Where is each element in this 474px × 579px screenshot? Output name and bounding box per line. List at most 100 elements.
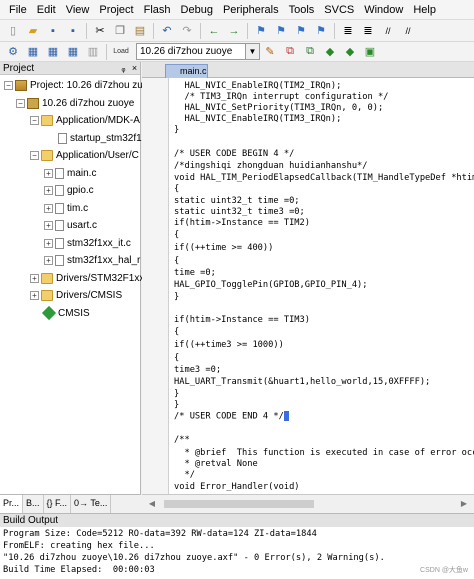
stop-build-icon[interactable]: ▥ [84, 43, 102, 61]
collapse-icon[interactable]: − [30, 116, 39, 125]
menu-bar: File Edit View Project Flash Debug Peripherals… [0, 0, 474, 20]
save-all-icon[interactable]: ▪ [64, 22, 82, 40]
toolbar-separator [86, 22, 87, 39]
target-icon [27, 97, 39, 109]
tree-item[interactable]: − Project: 10.26 di7zhou zuoye [4, 78, 159, 93]
back-icon[interactable]: ← [205, 22, 223, 40]
select-packs-icon[interactable]: ◆ [341, 43, 359, 61]
menu-debug[interactable]: Debug [176, 0, 218, 20]
menu-peripherals[interactable]: Peripherals [218, 0, 284, 20]
tree-item-label: Drivers/STM32F1xx_ [56, 272, 150, 284]
tree-item[interactable]: + Drivers/CMSIS [30, 288, 122, 303]
tree-item[interactable]: − 10.26 di7zhou zuoye [16, 96, 134, 111]
pin-icon[interactable]: ᵩ [118, 62, 129, 74]
clear-bookmarks-icon[interactable]: ⚑ [312, 22, 330, 40]
expand-icon[interactable]: + [44, 203, 53, 213]
bookmark-icon[interactable]: ⚑ [252, 22, 270, 40]
menu-svcs[interactable]: SVCS [319, 0, 359, 20]
manage-environment-icon[interactable]: ⧉ [301, 43, 319, 61]
close-icon[interactable]: × [129, 62, 140, 74]
scroll-left-icon[interactable]: ◀ [146, 498, 158, 510]
comment-icon[interactable]: // [379, 22, 397, 40]
expand-icon[interactable]: + [44, 256, 53, 265]
redo-icon[interactable]: ↷ [178, 22, 196, 40]
uncomment-icon[interactable]: // [399, 22, 417, 40]
new-file-icon[interactable]: ▯ [4, 22, 22, 40]
expand-icon[interactable]: + [30, 273, 39, 283]
menu-project[interactable]: Project [94, 0, 138, 20]
menu-file[interactable]: File [4, 0, 32, 20]
project-tab[interactable]: 0→ Te... [71, 495, 112, 513]
project-tab[interactable]: B... [23, 495, 44, 513]
rebuild-icon[interactable]: ▦ [44, 43, 62, 61]
project-tab[interactable]: {} F... [44, 495, 72, 513]
code-editor[interactable]: main.c HAL_NVIC_EnableIRQ(TIM2_IRQn); /*… [142, 62, 474, 494]
paste-icon[interactable]: ▤ [131, 22, 149, 40]
pack-installer-icon[interactable]: ◆ [321, 43, 339, 61]
code-line: HAL_UART_Transmit(&huart1,hello_world,15… [174, 377, 431, 387]
code-line: /* USER CODE BEGIN 4 */ [174, 149, 295, 159]
code-area[interactable]: HAL_NVIC_EnableIRQ(TIM2_IRQn); /* TIM3_I… [170, 78, 474, 494]
tree-item[interactable]: + usart.c [44, 218, 97, 233]
horizontal-scrollbar[interactable]: ◀ ▶ [142, 494, 474, 513]
tree-item[interactable]: + stm32f1xx_hal_r [44, 253, 140, 268]
collapse-icon[interactable]: − [4, 81, 13, 90]
menu-help[interactable]: Help [408, 0, 441, 20]
menu-flash[interactable]: Flash [139, 0, 176, 20]
open-file-icon[interactable]: ▰ [24, 22, 42, 40]
forward-icon[interactable]: → [225, 22, 243, 40]
code-line: HAL_NVIC_EnableIRQ(TIM2_IRQn); [174, 81, 342, 91]
tree-item[interactable]: startup_stm32f1 [58, 131, 142, 146]
save-icon[interactable]: ▪ [44, 22, 62, 40]
tree-item[interactable]: + gpio.c [44, 183, 94, 198]
tree-item-label: stm32f1xx_hal_r [67, 255, 141, 266]
target-options-icon[interactable]: ✎ [261, 43, 279, 61]
menu-window[interactable]: Window [359, 0, 408, 20]
tree-item[interactable]: + main.c [44, 166, 96, 181]
undo-icon[interactable]: ↶ [158, 22, 176, 40]
copy-icon[interactable]: ❐ [111, 22, 129, 40]
tree-item[interactable]: − Application/User/C [30, 148, 139, 163]
prev-bookmark-icon[interactable]: ⚑ [272, 22, 290, 40]
load-icon[interactable]: Load [111, 43, 131, 61]
scroll-right-icon[interactable]: ▶ [458, 498, 470, 510]
expand-icon[interactable]: + [30, 291, 39, 300]
expand-icon[interactable]: + [44, 168, 53, 178]
build-toolbar: ⚙ ▦ ▦ ▦ ▥ Load 10.26 di7zhou zuoye ▼ ✎ ⧉… [0, 42, 474, 62]
build-output-line: Program Size: Code=5212 RO-data=392 RW-d… [3, 529, 317, 539]
collapse-icon[interactable]: − [30, 151, 39, 160]
expand-icon[interactable]: + [44, 238, 53, 248]
text-cursor [283, 411, 289, 421]
menu-edit[interactable]: Edit [32, 0, 61, 20]
collapse-icon[interactable]: − [16, 98, 25, 108]
expand-icon[interactable]: + [44, 186, 53, 195]
unindent-icon[interactable]: ≣ [359, 22, 377, 40]
scrollbar-thumb[interactable] [164, 500, 314, 508]
translate-icon[interactable]: ⚙ [4, 43, 22, 61]
chevron-down-icon[interactable]: ▼ [246, 43, 260, 60]
next-bookmark-icon[interactable]: ⚑ [292, 22, 310, 40]
tree-item[interactable]: CMSIS [41, 305, 90, 321]
code-line: * @retval None [174, 459, 258, 469]
expand-icon[interactable]: + [44, 221, 53, 230]
tree-item[interactable]: + tim.c [44, 201, 88, 216]
project-tab[interactable]: Pr... [0, 495, 24, 513]
menu-tools[interactable]: Tools [284, 0, 320, 20]
cut-icon[interactable]: ✂ [91, 22, 109, 40]
tab-main-c[interactable]: main.c [165, 64, 208, 78]
file-icon [55, 237, 64, 249]
project-panel: Project ᵩ × − Project: 10.26 di7zhou zuoy… [0, 62, 159, 494]
menu-view[interactable]: View [61, 0, 95, 20]
target-select[interactable]: 10.26 di7zhou zuoye [136, 43, 246, 60]
indent-icon[interactable]: ≣ [339, 22, 357, 40]
tree-item-label: 10.26 di7zhou zuoye [42, 97, 135, 109]
tree-item[interactable]: − Application/MDK-A [30, 113, 140, 128]
run-time-environment-icon[interactable]: ▣ [361, 43, 379, 61]
file-extensions-icon[interactable]: ⧉ [281, 43, 299, 61]
tree-item[interactable]: + Drivers/STM32F1xx_ [30, 271, 150, 286]
build-icon[interactable]: ▦ [24, 43, 42, 61]
code-line: } [174, 389, 180, 399]
tree-item[interactable]: + stm32f1xx_it.c [44, 236, 131, 251]
file-icon [58, 132, 67, 144]
batch-build-icon[interactable]: ▦ [64, 43, 82, 61]
